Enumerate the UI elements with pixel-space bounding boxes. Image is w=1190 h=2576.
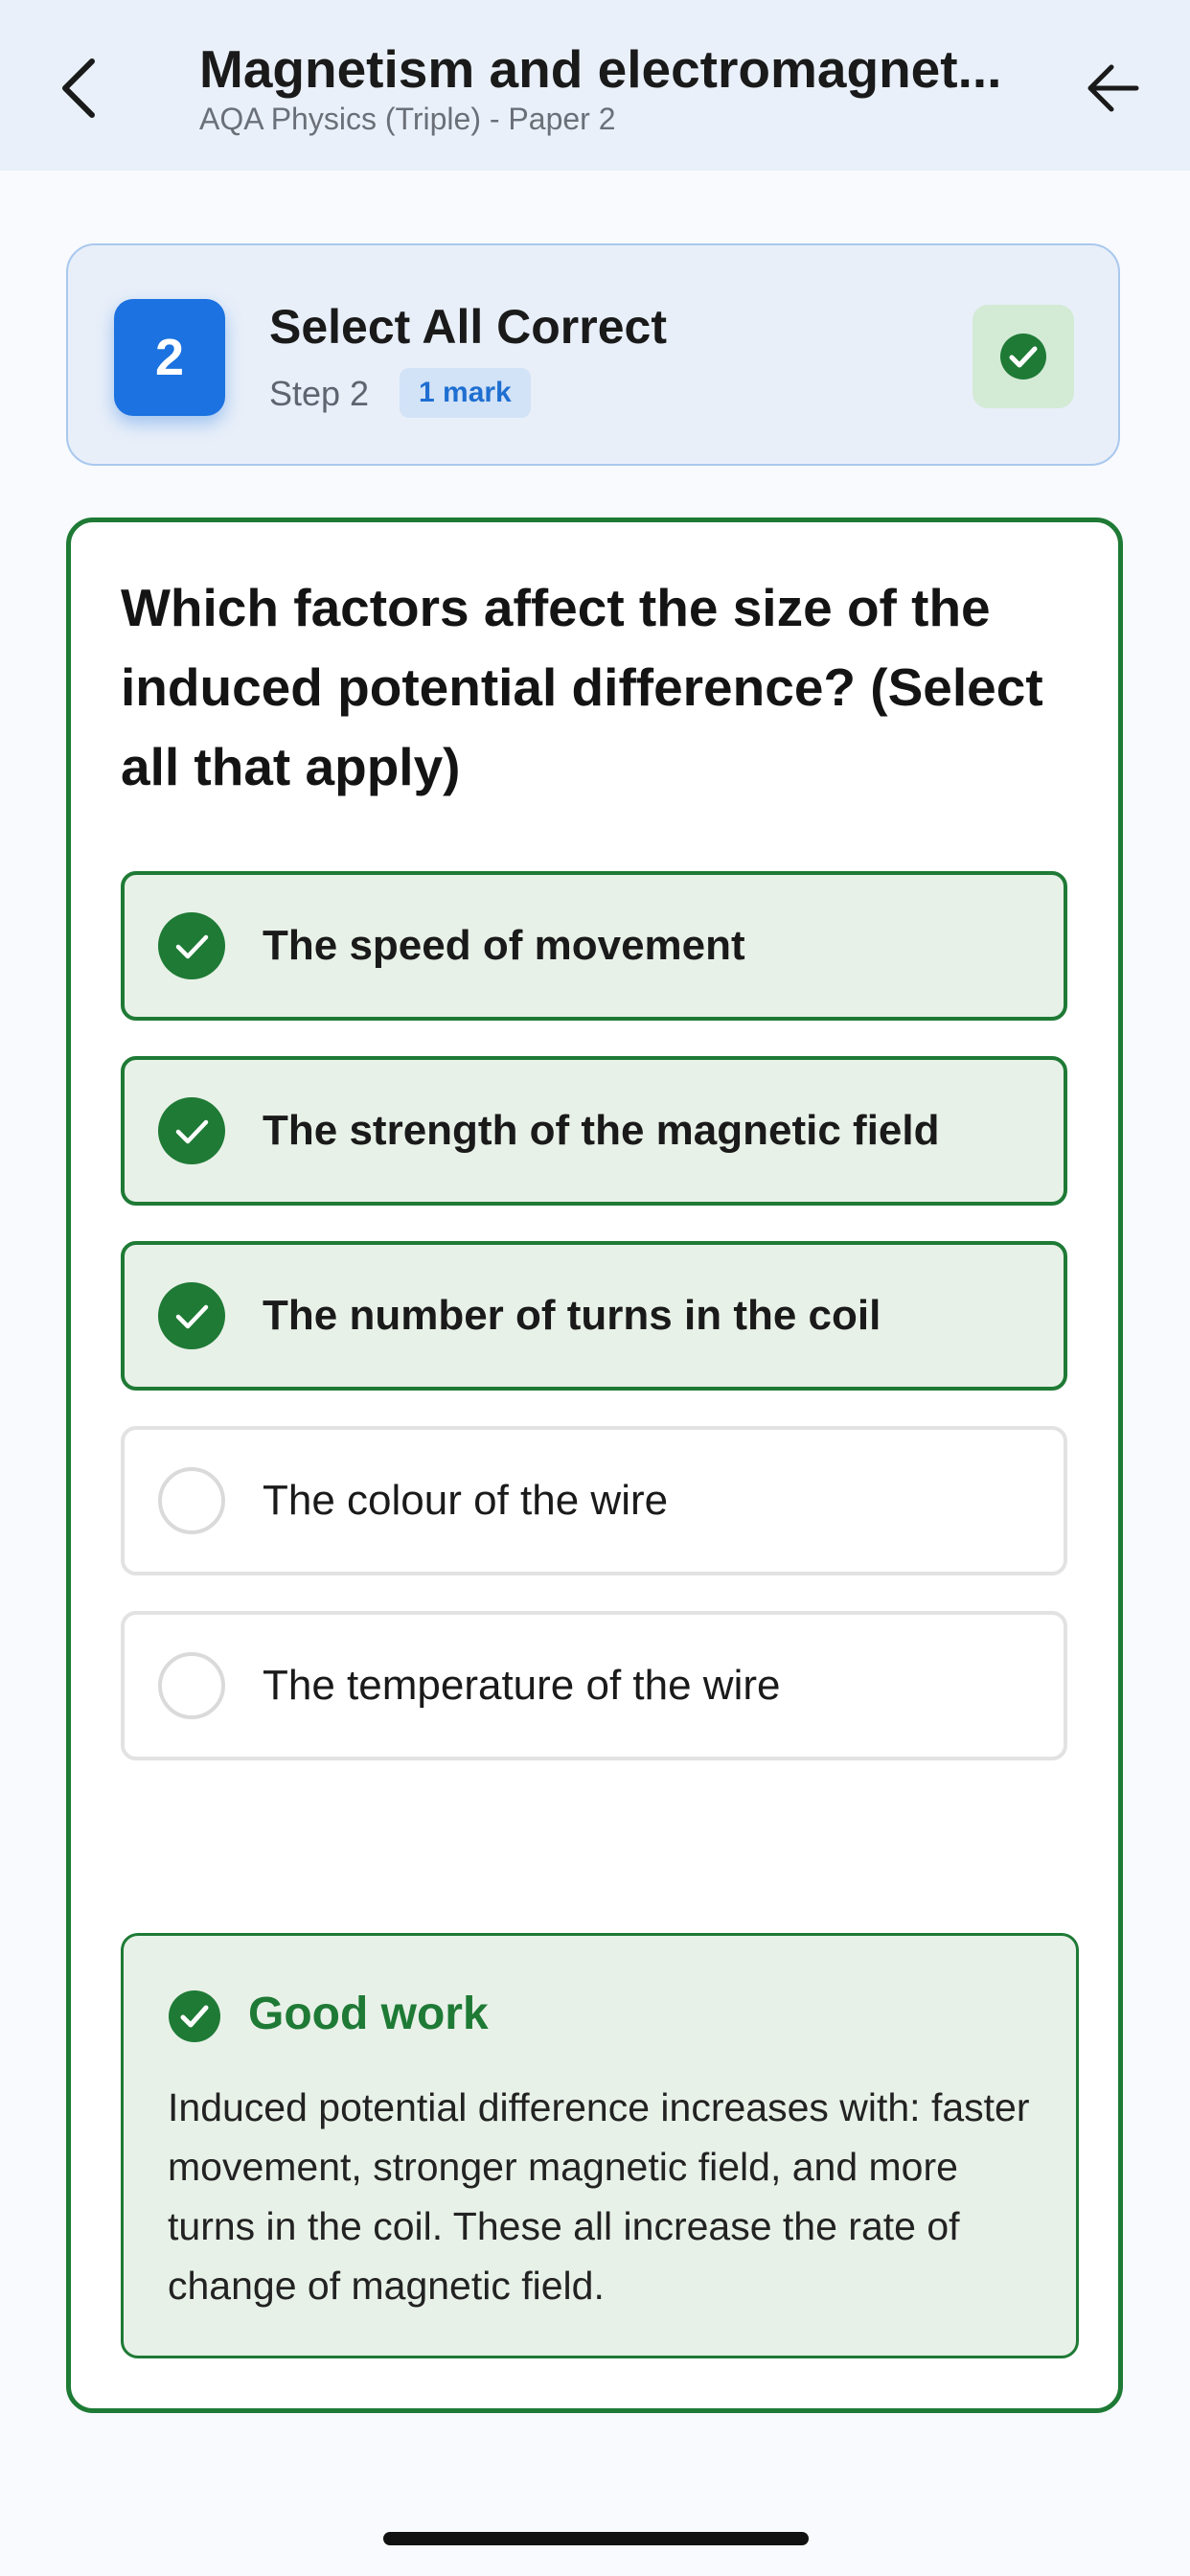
chevron-left-icon [62,58,95,118]
option-magnetic-field-strength[interactable]: The strength of the magnetic field [121,1056,1067,1206]
option-speed-of-movement[interactable]: The speed of movement [121,871,1067,1021]
step-header-card: 2 Select All Correct Step 2 1 mark [66,243,1120,466]
home-indicator [383,2532,809,2545]
radio-empty-icon [158,1467,225,1534]
check-circle-icon [169,1990,220,2042]
option-label: The temperature of the wire [263,1662,781,1709]
option-colour-of-wire[interactable]: The colour of the wire [121,1426,1067,1576]
step-number-badge: 2 [114,299,225,416]
back-button[interactable] [48,50,109,126]
step-complete-indicator [973,305,1074,408]
mark-badge: 1 mark [400,368,531,418]
step-title: Select All Correct [269,300,667,354]
check-circle-icon [1000,334,1046,380]
feedback-text: Induced potential difference increases w… [168,2085,1030,2308]
arrow-left-button[interactable] [1075,50,1152,126]
option-number-of-turns[interactable]: The number of turns in the coil [121,1241,1067,1391]
radio-empty-icon [158,1652,225,1719]
option-label: The colour of the wire [263,1477,669,1524]
top-app-bar: Magnetism and electromagnet... AQA Physi… [0,0,1190,171]
option-temperature-of-wire[interactable]: The temperature of the wire [121,1611,1067,1760]
option-label: The speed of movement [263,922,745,969]
feedback-title: Good work [248,1989,489,2039]
page-title: Magnetism and electromagnet... [199,39,1002,99]
feedback-panel: Good work Induced potential difference i… [121,1933,1079,2358]
arrow-left-icon [1087,64,1139,112]
option-label: The number of turns in the coil [263,1292,881,1339]
question-text: Which factors affect the size of the ind… [121,578,1043,796]
check-circle-icon [158,1282,225,1349]
question-card: Which factors affect the size of the ind… [66,518,1123,2413]
check-circle-icon [158,912,225,979]
step-label: Step 2 [269,374,370,413]
check-circle-icon [158,1097,225,1164]
option-label: The strength of the magnetic field [263,1107,940,1154]
page-subtitle: AQA Physics (Triple) - Paper 2 [199,102,616,136]
